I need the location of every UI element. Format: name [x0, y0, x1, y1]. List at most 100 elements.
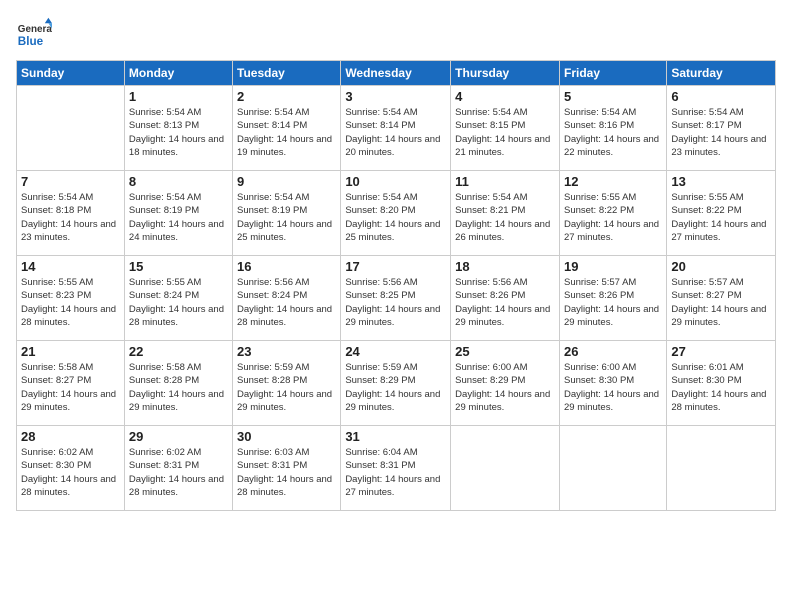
- day-info: Sunrise: 6:02 AMSunset: 8:30 PMDaylight:…: [21, 446, 120, 499]
- day-info: Sunrise: 5:55 AMSunset: 8:23 PMDaylight:…: [21, 276, 120, 329]
- calendar-week-row: 14 Sunrise: 5:55 AMSunset: 8:23 PMDaylig…: [17, 256, 776, 341]
- day-info: Sunrise: 5:55 AMSunset: 8:24 PMDaylight:…: [129, 276, 228, 329]
- day-number: 18: [455, 259, 555, 274]
- day-info: Sunrise: 5:54 AMSunset: 8:18 PMDaylight:…: [21, 191, 120, 244]
- calendar-cell: 20 Sunrise: 5:57 AMSunset: 8:27 PMDaylig…: [667, 256, 776, 341]
- day-info: Sunrise: 5:58 AMSunset: 8:28 PMDaylight:…: [129, 361, 228, 414]
- day-info: Sunrise: 5:54 AMSunset: 8:14 PMDaylight:…: [237, 106, 336, 159]
- logo: General Blue: [16, 16, 54, 52]
- day-number: 14: [21, 259, 120, 274]
- calendar-cell: 6 Sunrise: 5:54 AMSunset: 8:17 PMDayligh…: [667, 86, 776, 171]
- calendar-cell: 15 Sunrise: 5:55 AMSunset: 8:24 PMDaylig…: [124, 256, 232, 341]
- calendar-cell: 9 Sunrise: 5:54 AMSunset: 8:19 PMDayligh…: [233, 171, 341, 256]
- calendar-cell: 18 Sunrise: 5:56 AMSunset: 8:26 PMDaylig…: [451, 256, 560, 341]
- day-info: Sunrise: 5:54 AMSunset: 8:19 PMDaylight:…: [129, 191, 228, 244]
- calendar-table: SundayMondayTuesdayWednesdayThursdayFrid…: [16, 60, 776, 511]
- day-number: 27: [671, 344, 771, 359]
- day-number: 4: [455, 89, 555, 104]
- calendar-cell: 24 Sunrise: 5:59 AMSunset: 8:29 PMDaylig…: [341, 341, 451, 426]
- day-number: 24: [345, 344, 446, 359]
- calendar-week-row: 7 Sunrise: 5:54 AMSunset: 8:18 PMDayligh…: [17, 171, 776, 256]
- day-number: 9: [237, 174, 336, 189]
- day-info: Sunrise: 5:54 AMSunset: 8:13 PMDaylight:…: [129, 106, 228, 159]
- calendar-cell: 31 Sunrise: 6:04 AMSunset: 8:31 PMDaylig…: [341, 426, 451, 511]
- day-number: 12: [564, 174, 662, 189]
- day-info: Sunrise: 6:00 AMSunset: 8:29 PMDaylight:…: [455, 361, 555, 414]
- calendar-cell: 11 Sunrise: 5:54 AMSunset: 8:21 PMDaylig…: [451, 171, 560, 256]
- day-info: Sunrise: 5:54 AMSunset: 8:20 PMDaylight:…: [345, 191, 446, 244]
- calendar-cell: 1 Sunrise: 5:54 AMSunset: 8:13 PMDayligh…: [124, 86, 232, 171]
- day-info: Sunrise: 5:55 AMSunset: 8:22 PMDaylight:…: [564, 191, 662, 244]
- calendar-cell: 25 Sunrise: 6:00 AMSunset: 8:29 PMDaylig…: [451, 341, 560, 426]
- day-number: 15: [129, 259, 228, 274]
- day-number: 1: [129, 89, 228, 104]
- day-number: 19: [564, 259, 662, 274]
- calendar-cell: [667, 426, 776, 511]
- calendar-cell: 19 Sunrise: 5:57 AMSunset: 8:26 PMDaylig…: [559, 256, 666, 341]
- day-number: 30: [237, 429, 336, 444]
- day-number: 20: [671, 259, 771, 274]
- calendar-cell: 23 Sunrise: 5:59 AMSunset: 8:28 PMDaylig…: [233, 341, 341, 426]
- svg-text:General: General: [18, 24, 52, 35]
- calendar-cell: 10 Sunrise: 5:54 AMSunset: 8:20 PMDaylig…: [341, 171, 451, 256]
- day-number: 8: [129, 174, 228, 189]
- day-info: Sunrise: 5:54 AMSunset: 8:15 PMDaylight:…: [455, 106, 555, 159]
- calendar-cell: [559, 426, 666, 511]
- calendar-week-row: 28 Sunrise: 6:02 AMSunset: 8:30 PMDaylig…: [17, 426, 776, 511]
- calendar-cell: 28 Sunrise: 6:02 AMSunset: 8:30 PMDaylig…: [17, 426, 125, 511]
- day-info: Sunrise: 5:59 AMSunset: 8:29 PMDaylight:…: [345, 361, 446, 414]
- day-number: 29: [129, 429, 228, 444]
- weekday-header: Saturday: [667, 61, 776, 86]
- weekday-header: Sunday: [17, 61, 125, 86]
- day-number: 5: [564, 89, 662, 104]
- day-number: 11: [455, 174, 555, 189]
- day-number: 22: [129, 344, 228, 359]
- calendar-cell: 13 Sunrise: 5:55 AMSunset: 8:22 PMDaylig…: [667, 171, 776, 256]
- day-number: 26: [564, 344, 662, 359]
- calendar-cell: 29 Sunrise: 6:02 AMSunset: 8:31 PMDaylig…: [124, 426, 232, 511]
- day-number: 28: [21, 429, 120, 444]
- day-number: 13: [671, 174, 771, 189]
- calendar-week-row: 1 Sunrise: 5:54 AMSunset: 8:13 PMDayligh…: [17, 86, 776, 171]
- day-number: 21: [21, 344, 120, 359]
- calendar-cell: 4 Sunrise: 5:54 AMSunset: 8:15 PMDayligh…: [451, 86, 560, 171]
- day-number: 2: [237, 89, 336, 104]
- day-info: Sunrise: 6:04 AMSunset: 8:31 PMDaylight:…: [345, 446, 446, 499]
- day-info: Sunrise: 5:54 AMSunset: 8:14 PMDaylight:…: [345, 106, 446, 159]
- calendar-cell: 12 Sunrise: 5:55 AMSunset: 8:22 PMDaylig…: [559, 171, 666, 256]
- calendar-week-row: 21 Sunrise: 5:58 AMSunset: 8:27 PMDaylig…: [17, 341, 776, 426]
- weekday-header: Friday: [559, 61, 666, 86]
- calendar-cell: 21 Sunrise: 5:58 AMSunset: 8:27 PMDaylig…: [17, 341, 125, 426]
- day-info: Sunrise: 5:54 AMSunset: 8:21 PMDaylight:…: [455, 191, 555, 244]
- page-header: General Blue: [16, 16, 776, 52]
- day-number: 10: [345, 174, 446, 189]
- day-number: 23: [237, 344, 336, 359]
- weekday-header: Monday: [124, 61, 232, 86]
- weekday-header: Tuesday: [233, 61, 341, 86]
- day-info: Sunrise: 5:58 AMSunset: 8:27 PMDaylight:…: [21, 361, 120, 414]
- calendar-cell: 16 Sunrise: 5:56 AMSunset: 8:24 PMDaylig…: [233, 256, 341, 341]
- calendar-cell: [451, 426, 560, 511]
- calendar-cell: [17, 86, 125, 171]
- calendar-cell: 22 Sunrise: 5:58 AMSunset: 8:28 PMDaylig…: [124, 341, 232, 426]
- day-info: Sunrise: 6:00 AMSunset: 8:30 PMDaylight:…: [564, 361, 662, 414]
- day-info: Sunrise: 5:56 AMSunset: 8:26 PMDaylight:…: [455, 276, 555, 329]
- day-info: Sunrise: 5:57 AMSunset: 8:27 PMDaylight:…: [671, 276, 771, 329]
- calendar-cell: 5 Sunrise: 5:54 AMSunset: 8:16 PMDayligh…: [559, 86, 666, 171]
- calendar-cell: 8 Sunrise: 5:54 AMSunset: 8:19 PMDayligh…: [124, 171, 232, 256]
- calendar-cell: 30 Sunrise: 6:03 AMSunset: 8:31 PMDaylig…: [233, 426, 341, 511]
- day-info: Sunrise: 5:57 AMSunset: 8:26 PMDaylight:…: [564, 276, 662, 329]
- day-number: 16: [237, 259, 336, 274]
- day-info: Sunrise: 6:01 AMSunset: 8:30 PMDaylight:…: [671, 361, 771, 414]
- day-number: 3: [345, 89, 446, 104]
- day-info: Sunrise: 5:56 AMSunset: 8:25 PMDaylight:…: [345, 276, 446, 329]
- day-info: Sunrise: 5:59 AMSunset: 8:28 PMDaylight:…: [237, 361, 336, 414]
- calendar-cell: 14 Sunrise: 5:55 AMSunset: 8:23 PMDaylig…: [17, 256, 125, 341]
- calendar-cell: 7 Sunrise: 5:54 AMSunset: 8:18 PMDayligh…: [17, 171, 125, 256]
- day-info: Sunrise: 5:55 AMSunset: 8:22 PMDaylight:…: [671, 191, 771, 244]
- calendar-cell: 17 Sunrise: 5:56 AMSunset: 8:25 PMDaylig…: [341, 256, 451, 341]
- day-number: 17: [345, 259, 446, 274]
- day-info: Sunrise: 6:03 AMSunset: 8:31 PMDaylight:…: [237, 446, 336, 499]
- weekday-header-row: SundayMondayTuesdayWednesdayThursdayFrid…: [17, 61, 776, 86]
- day-info: Sunrise: 5:54 AMSunset: 8:19 PMDaylight:…: [237, 191, 336, 244]
